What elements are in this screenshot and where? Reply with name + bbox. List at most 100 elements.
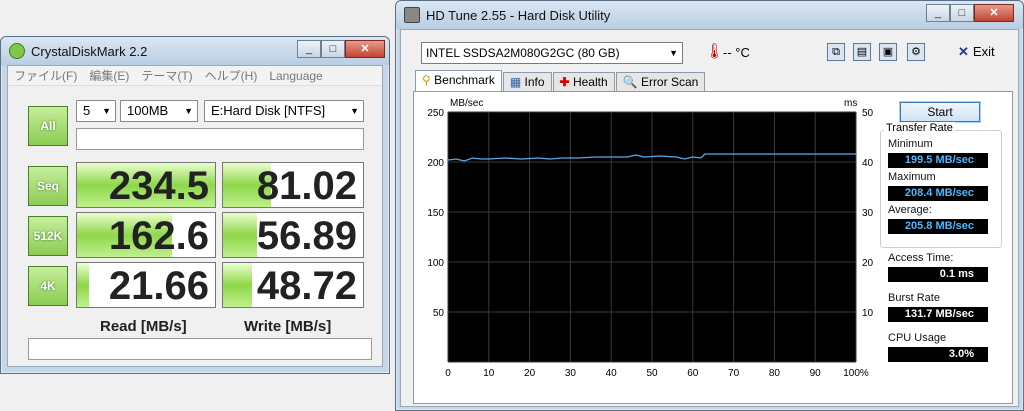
- count-value: 5: [83, 103, 91, 118]
- x-tick-label: 90: [810, 368, 822, 379]
- chevron-down-icon: ▼: [102, 106, 111, 116]
- options-icon[interactable]: ⚙: [907, 43, 925, 61]
- close-button[interactable]: ✕: [974, 4, 1014, 22]
- 4k-read-value: 21.66: [108, 264, 209, 308]
- 512k-button[interactable]: 512K: [28, 216, 68, 256]
- drive-value: E:Hard Disk [NTFS]: [211, 103, 326, 118]
- cdm-title: CrystalDiskMark 2.2: [31, 43, 148, 59]
- y-right-tick-label: 10: [862, 308, 874, 319]
- info-icon: ▦: [509, 75, 522, 89]
- hdtune-window: HD Tune 2.55 - Hard Disk Utility _ □ ✕ I…: [395, 0, 1024, 411]
- minimum-label: Minimum: [888, 138, 933, 150]
- hdt-app-icon: [404, 7, 420, 23]
- maximize-button[interactable]: □: [321, 40, 345, 58]
- seq-read-box: 234.5: [76, 162, 216, 208]
- save-icon[interactable]: ▣: [879, 43, 897, 61]
- write-header: Write [MB/s]: [244, 318, 332, 335]
- x-tick-label: 80: [769, 368, 781, 379]
- temperature-value: -- °C: [723, 45, 750, 60]
- cdm-menubar: ファイル(F) 編集(E) テーマ(T) ヘルプ(H) Language: [8, 66, 382, 86]
- 4k-button[interactable]: 4K: [28, 266, 68, 306]
- y-left-tick-label: 100: [427, 258, 444, 269]
- start-button[interactable]: Start: [900, 102, 980, 122]
- tab-error-scan[interactable]: 🔍 Error Scan: [615, 72, 706, 91]
- 4k-write-box: 48.72: [222, 262, 364, 308]
- menu-language[interactable]: Language: [263, 69, 328, 83]
- 4k-write-fill: [223, 263, 253, 307]
- x-tick-label: 70: [728, 368, 740, 379]
- close-x-icon: ✕: [958, 44, 969, 59]
- copy-icon[interactable]: ⧉: [827, 43, 845, 61]
- burst-rate-label: Burst Rate: [888, 292, 940, 304]
- drive-value: INTEL SSDSA2M080G2GC (80 GB): [426, 46, 620, 60]
- benchmark-panel: MB/sec ms 250 200 150 100 50 50 40 30 20 10 0 10 20 30 4…: [413, 91, 1013, 404]
- menu-theme[interactable]: テーマ(T): [135, 67, 198, 84]
- benchmark-icon: ⚲: [422, 73, 431, 87]
- menu-file[interactable]: ファイル(F): [8, 67, 83, 84]
- x-tick-label: 100%: [843, 368, 869, 379]
- seq-button[interactable]: Seq: [28, 166, 68, 206]
- drive-select[interactable]: E:Hard Disk [NTFS] ▼: [204, 100, 364, 122]
- seq-read-value: 234.5: [108, 164, 209, 208]
- cdm-client: ファイル(F) 編集(E) テーマ(T) ヘルプ(H) Language All…: [7, 65, 383, 367]
- thermometer-icon: 🌡: [705, 43, 725, 60]
- y-right-tick-label: 40: [862, 158, 874, 169]
- chevron-down-icon: ▼: [350, 106, 359, 116]
- transfer-rate-title: Transfer Rate: [884, 122, 955, 134]
- tab-health-label: Health: [572, 75, 608, 89]
- menu-edit[interactable]: 編集(E): [83, 67, 135, 84]
- close-button[interactable]: ✕: [345, 40, 385, 58]
- tab-info[interactable]: ▦ Info: [502, 72, 552, 91]
- tab-benchmark-label: Benchmark: [434, 73, 495, 87]
- y-left-unit-label: MB/sec: [450, 98, 483, 109]
- minimize-button[interactable]: _: [926, 4, 950, 22]
- x-tick-label: 40: [606, 368, 618, 379]
- benchmark-chart: MB/sec ms2502001501005050403020100 10 20 30 4…: [427, 98, 874, 379]
- exit-button[interactable]: ✕ Exit: [958, 44, 995, 60]
- x-tick-label: 60: [687, 368, 699, 379]
- tab-benchmark[interactable]: ⚲ Benchmark: [415, 70, 502, 91]
- crystaldiskmark-window: CrystalDiskMark 2.2 _ □ ✕ ファイル(F) 編集(E) …: [0, 36, 390, 374]
- tab-health[interactable]: ✚ Health: [552, 72, 615, 91]
- minimize-button[interactable]: _: [297, 40, 321, 58]
- minimum-value: 199.5 MB/sec: [888, 153, 988, 168]
- y-right-tick-label: 20: [862, 258, 874, 269]
- 4k-read-box: 21.66: [76, 262, 216, 308]
- read-header: Read [MB/s]: [100, 318, 187, 335]
- y-right-unit-label: ms: [844, 98, 857, 109]
- seq-write-box: 81.02: [222, 162, 364, 208]
- menu-help[interactable]: ヘルプ(H): [199, 67, 264, 84]
- size-select[interactable]: 100MB ▼: [120, 100, 198, 122]
- x-tick-label: 10: [483, 368, 495, 379]
- all-button[interactable]: All: [28, 106, 68, 146]
- y-left-tick-label: 200: [427, 158, 444, 169]
- 512k-read-value: 162.6: [108, 214, 209, 258]
- access-time-label: Access Time:: [888, 252, 954, 264]
- seq-write-value: 81.02: [256, 164, 357, 208]
- chevron-down-icon: ▼: [669, 48, 678, 58]
- magnifier-icon: 🔍: [622, 75, 638, 89]
- 512k-write-box: 56.89: [222, 212, 364, 258]
- tab-info-label: Info: [524, 75, 545, 89]
- burst-rate-value: 131.7 MB/sec: [888, 307, 988, 322]
- 512k-write-fill: [223, 213, 257, 257]
- copy-text-icon[interactable]: ▤: [853, 43, 871, 61]
- 4k-read-fill: [77, 263, 90, 307]
- 512k-read-box: 162.6: [76, 212, 216, 258]
- tab-bar: ⚲ Benchmark ▦ Info ✚ Health 🔍 Error Scan: [415, 70, 706, 91]
- chevron-down-icon: ▼: [184, 106, 193, 116]
- x-tick-label: 30: [565, 368, 577, 379]
- 512k-write-value: 56.89: [256, 214, 357, 258]
- y-right-tick-label: 30: [862, 208, 874, 219]
- cdm-info-strip: [76, 128, 364, 150]
- count-select[interactable]: 5 ▼: [76, 100, 116, 122]
- x-tick-label: 20: [524, 368, 536, 379]
- x-tick-label: 50: [646, 368, 658, 379]
- maximize-button[interactable]: □: [950, 4, 974, 22]
- y-left-tick-label: 250: [427, 108, 444, 119]
- cpu-usage-label: CPU Usage: [888, 332, 947, 344]
- average-value: 205.8 MB/sec: [888, 219, 988, 234]
- drive-select[interactable]: INTEL SSDSA2M080G2GC (80 GB) ▼: [421, 42, 683, 64]
- cdm-status-bar: [28, 338, 372, 360]
- size-value: 100MB: [127, 103, 169, 118]
